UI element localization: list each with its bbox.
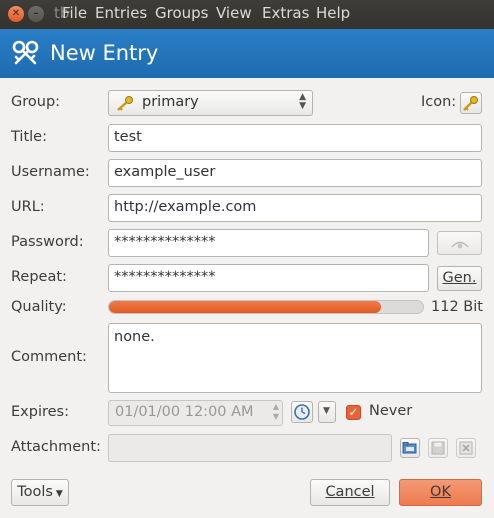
check-icon: ✓ bbox=[348, 405, 359, 419]
new-entry-window: ✕ – tb File Entries Groups View Extras H… bbox=[0, 0, 494, 518]
window-close-button[interactable]: ✕ bbox=[8, 6, 24, 22]
eye-icon bbox=[450, 241, 469, 249]
url-input[interactable]: http://example.com bbox=[108, 194, 482, 222]
save-icon bbox=[431, 441, 445, 455]
menu-groups[interactable]: Groups bbox=[155, 4, 208, 22]
repeat-label: Repeat: bbox=[11, 269, 67, 285]
quality-bar bbox=[108, 300, 424, 314]
spinner-icon: ▲ ▼ bbox=[272, 402, 279, 421]
keys-icon bbox=[12, 40, 39, 65]
menu-view[interactable]: View bbox=[216, 4, 252, 22]
dialog-header: New Entry bbox=[0, 29, 494, 78]
key-icon bbox=[117, 96, 133, 111]
quality-bits: 112 Bit bbox=[431, 299, 483, 315]
attachment-input bbox=[108, 434, 392, 462]
delete-icon bbox=[459, 441, 473, 455]
menu-help[interactable]: Help bbox=[316, 4, 350, 22]
never-label: Never bbox=[369, 403, 413, 419]
expires-datetime-input[interactable]: 01/01/00 12:00 AM ▲ ▼ bbox=[108, 400, 283, 426]
icon-picker-button[interactable] bbox=[460, 92, 482, 114]
clock-icon bbox=[294, 404, 310, 420]
save-attachment-button[interactable] bbox=[428, 438, 448, 458]
expires-preset-dropdown[interactable]: ▼ bbox=[318, 401, 336, 423]
expires-value: 01/01/00 12:00 AM bbox=[115, 404, 254, 420]
tools-button[interactable]: Tools ▼ bbox=[11, 479, 69, 506]
chevron-down-icon: ▼ bbox=[323, 406, 330, 416]
dialog-title: New Entry bbox=[50, 41, 159, 65]
menubar: ✕ – tb File Entries Groups View Extras H… bbox=[0, 0, 494, 29]
menu-entries[interactable]: Entries bbox=[95, 4, 147, 22]
username-label: Username: bbox=[11, 164, 90, 180]
attachment-label: Attachment: bbox=[11, 439, 101, 455]
quality-label: Quality: bbox=[11, 299, 67, 315]
calendar-button[interactable] bbox=[291, 401, 313, 423]
cancel-button[interactable]: Cancel bbox=[310, 479, 390, 506]
repeat-password-input[interactable]: ************** bbox=[108, 264, 429, 292]
menu-file[interactable]: File bbox=[62, 4, 87, 22]
title-input[interactable]: test bbox=[108, 124, 482, 152]
group-select[interactable]: primary ▲ ▼ bbox=[108, 90, 313, 116]
username-input[interactable]: example_user bbox=[108, 159, 482, 187]
ok-label: OK bbox=[430, 484, 451, 500]
tools-label: Tools bbox=[17, 484, 53, 500]
open-attachment-button[interactable] bbox=[400, 438, 420, 458]
cancel-label: Cancel bbox=[325, 484, 375, 500]
folder-open-icon bbox=[402, 442, 417, 454]
gen-label: Gen. bbox=[442, 270, 477, 286]
chevron-down-icon: ▼ bbox=[52, 489, 63, 499]
password-label: Password: bbox=[11, 234, 84, 250]
password-input[interactable]: ************** bbox=[108, 229, 429, 257]
group-value: primary bbox=[142, 94, 199, 110]
ok-button[interactable]: OK bbox=[399, 479, 482, 506]
title-label: Title: bbox=[11, 129, 47, 145]
menu-extras[interactable]: Extras bbox=[262, 4, 309, 22]
comment-label: Comment: bbox=[11, 349, 87, 365]
chevron-updown-icon: ▲ ▼ bbox=[299, 92, 306, 111]
window-minimize-button[interactable]: – bbox=[28, 6, 44, 22]
quality-bar-fill bbox=[109, 301, 381, 313]
generate-password-button[interactable]: Gen. bbox=[437, 266, 482, 291]
reveal-password-button[interactable] bbox=[437, 231, 482, 255]
expires-label: Expires: bbox=[11, 404, 69, 420]
key-icon bbox=[463, 96, 478, 111]
never-checkbox[interactable]: ✓ bbox=[346, 405, 361, 420]
delete-attachment-button[interactable] bbox=[456, 438, 476, 458]
group-label: Group: bbox=[11, 94, 61, 110]
comment-textarea[interactable]: none. bbox=[108, 323, 482, 393]
icon-label: Icon: bbox=[421, 94, 457, 110]
url-label: URL: bbox=[11, 199, 45, 215]
